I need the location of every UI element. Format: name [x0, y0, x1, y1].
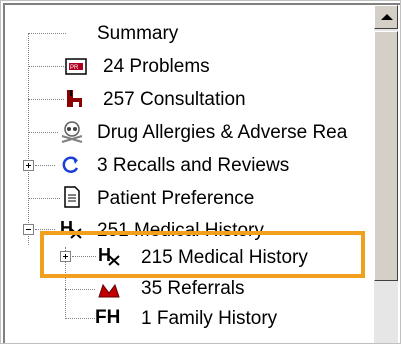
consultation-icon: [63, 87, 85, 109]
collapse-button[interactable]: [23, 224, 34, 235]
tree-item-label: Summary: [97, 23, 179, 44]
tree-item-recalls[interactable]: 3 Recalls and Reviews: [1, 153, 371, 181]
scroll-up-button[interactable]: [374, 5, 398, 29]
vertical-scrollbar[interactable]: [374, 5, 398, 343]
tree-item-problems[interactable]: PR 24 Problems: [1, 54, 371, 82]
tree-connector: [28, 198, 60, 199]
referral-icon: [97, 279, 120, 301]
tree-connector: [28, 132, 58, 133]
tree-item-referrals[interactable]: 35 Referrals: [1, 277, 371, 305]
tree-item-consultation[interactable]: 257 Consultation: [1, 87, 371, 115]
tree-item-label: 24 Problems: [103, 56, 210, 77]
expand-button[interactable]: [23, 160, 34, 171]
problems-icon: PR: [65, 55, 87, 77]
tree-item-family-history[interactable]: FH 1 Family History: [1, 306, 371, 334]
tree-item-label: Patient Preference: [97, 188, 255, 209]
tree-item-label: 1 Family History: [141, 308, 278, 329]
svg-text:PR: PR: [70, 65, 79, 71]
recall-icon: [59, 154, 81, 176]
tree-item-drug-allergies[interactable]: Drug Allergies & Adverse Rea: [1, 120, 371, 148]
tree-connector: [65, 318, 95, 319]
tree-item-summary[interactable]: Summary: [1, 21, 371, 49]
tree-connector: [28, 99, 64, 100]
tree-item-label: 257 Consultation: [103, 89, 246, 110]
scroll-thumb[interactable]: [374, 31, 398, 281]
highlight-annotation: [40, 231, 365, 278]
tree-connector: [28, 66, 64, 67]
tree-connector: [28, 33, 66, 34]
skull-icon: [59, 120, 83, 143]
patient-record-tree: Summary PR 24 Problems 257 Consultation …: [1, 1, 371, 343]
tree-connector: [35, 229, 55, 230]
document-icon: [61, 186, 83, 208]
tree-item-label: 3 Recalls and Reviews: [97, 155, 290, 176]
tree-item-label: Drug Allergies & Adverse Rea: [97, 122, 348, 143]
family-history-icon: FH: [95, 307, 121, 328]
tree-view-panel: Summary PR 24 Problems 257 Consultation …: [0, 0, 401, 344]
tree-connector: [65, 289, 95, 290]
tree-connector: [35, 165, 55, 166]
tree-item-patient-preference[interactable]: Patient Preference: [1, 186, 371, 214]
tree-item-label: 35 Referrals: [141, 278, 245, 299]
